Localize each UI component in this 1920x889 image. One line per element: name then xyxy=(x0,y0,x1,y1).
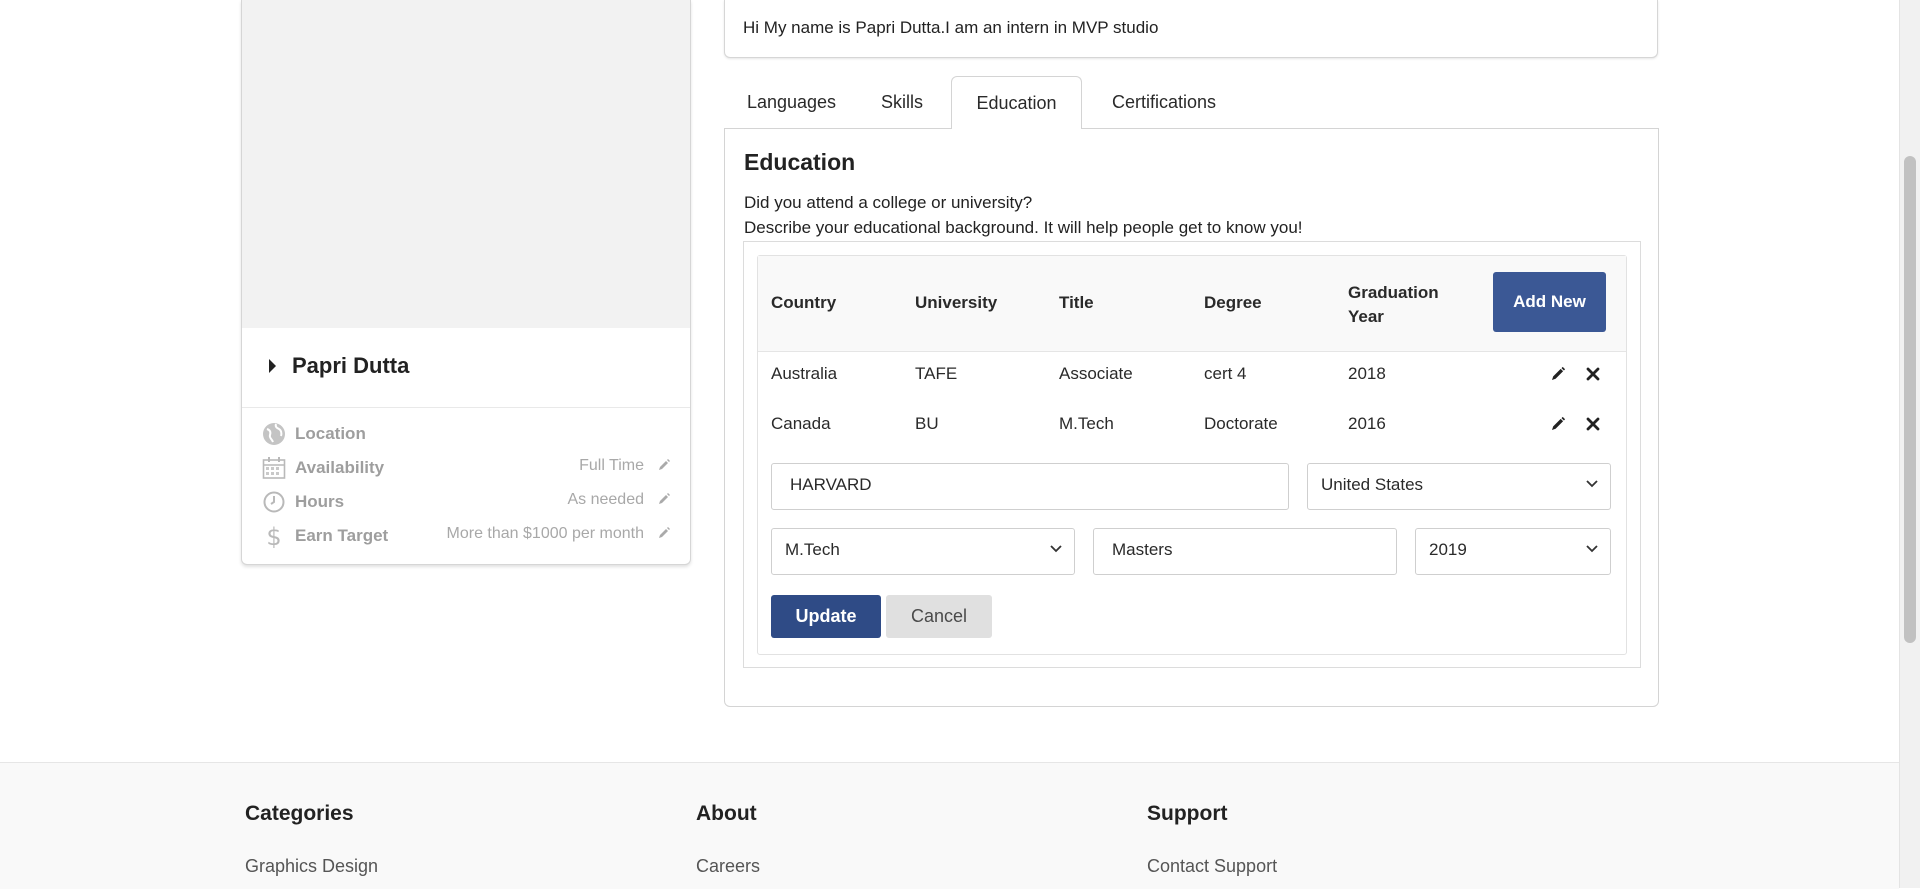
calendar-icon xyxy=(262,457,286,479)
column-header-degree: Degree xyxy=(1204,293,1262,312)
tab-education[interactable]: Education xyxy=(951,76,1082,129)
close-icon[interactable] xyxy=(1585,416,1601,432)
location-label: Location xyxy=(295,424,366,443)
footer-heading-support: Support xyxy=(1147,802,1228,825)
pencil-icon[interactable] xyxy=(657,526,671,540)
profile-photo xyxy=(242,0,690,328)
footer-link-graphics-design[interactable]: Graphics Design xyxy=(245,856,378,877)
footer-link-careers[interactable]: Careers xyxy=(696,856,760,877)
chevron-down-icon xyxy=(1586,545,1598,553)
country-select[interactable]: United States xyxy=(1307,463,1611,510)
availability-label: Availability xyxy=(295,458,385,477)
availability-value: Full Time xyxy=(579,457,644,474)
row-degree: cert 4 xyxy=(1204,364,1247,383)
close-icon[interactable] xyxy=(1585,366,1601,382)
pencil-icon[interactable] xyxy=(1550,366,1566,382)
hours-value: As needed xyxy=(567,491,644,508)
location-row: Location xyxy=(242,418,690,450)
university-input[interactable]: HARVARD xyxy=(771,463,1289,510)
cancel-button[interactable]: Cancel xyxy=(886,595,992,638)
hours-row: Hours As needed xyxy=(242,486,690,518)
tab-languages[interactable]: Languages xyxy=(724,76,859,128)
tab-certifications[interactable]: Certifications xyxy=(1084,76,1244,128)
earn-target-row: $ Earn Target More than $1000 per month xyxy=(242,520,690,552)
page-scrollbar[interactable] xyxy=(1899,0,1920,888)
column-header-university: University xyxy=(915,293,998,312)
profile-name: Papri Dutta xyxy=(292,353,410,378)
dollar-icon: $ xyxy=(266,524,281,548)
caret-right-icon xyxy=(269,359,276,373)
education-table: Country University Title Degree Graduati… xyxy=(757,255,1627,655)
row-year: 2018 xyxy=(1348,364,1386,383)
column-header-country: Country xyxy=(771,293,837,312)
education-description: Describe your educational background. It… xyxy=(744,218,1303,237)
pencil-icon[interactable] xyxy=(1550,416,1566,432)
graduation-year-select[interactable]: 2019 xyxy=(1415,528,1611,575)
hours-label: Hours xyxy=(295,492,345,511)
pencil-icon[interactable] xyxy=(657,492,671,506)
country-select-value: United States xyxy=(1321,475,1424,494)
chevron-down-icon xyxy=(1586,480,1598,488)
about-description-box[interactable]: Hi My name is Papri Dutta.I am an intern… xyxy=(724,0,1658,58)
update-button[interactable]: Update xyxy=(771,595,881,638)
graduation-year-select-value: 2019 xyxy=(1429,540,1467,559)
availability-row: Availability Full Time xyxy=(242,452,690,484)
profile-page: Papri Dutta Location Availability Full T… xyxy=(0,0,1899,889)
row-degree: Doctorate xyxy=(1204,414,1278,433)
profile-card: Papri Dutta Location Availability Full T… xyxy=(241,0,691,565)
row-university: BU xyxy=(915,414,939,433)
pencil-icon[interactable] xyxy=(657,458,671,472)
add-new-button[interactable]: Add New xyxy=(1493,272,1606,332)
education-title: Education xyxy=(744,149,856,175)
footer-link-contact-support[interactable]: Contact Support xyxy=(1147,856,1277,877)
row-country: Australia xyxy=(771,364,838,383)
row-country: Canada xyxy=(771,414,831,433)
education-section: Country University Title Degree Graduati… xyxy=(743,241,1641,668)
row-year: 2016 xyxy=(1348,414,1386,433)
profile-tabs: Languages Skills Education Certification… xyxy=(724,76,1658,129)
column-header-graduation-year: Graduation Year xyxy=(1348,283,1439,326)
title-select-value: M.Tech xyxy=(785,540,840,559)
earn-target-label: Earn Target xyxy=(295,526,389,545)
row-title: Associate xyxy=(1059,364,1133,383)
title-select[interactable]: M.Tech xyxy=(771,528,1075,575)
footer-heading-categories: Categories xyxy=(245,802,354,825)
about-description-text: Hi My name is Papri Dutta.I am an intern… xyxy=(743,18,1159,37)
footer-heading-about: About xyxy=(696,802,757,825)
svg-text:$: $ xyxy=(266,524,281,548)
profile-name-toggle[interactable]: Papri Dutta xyxy=(242,328,690,408)
education-panel: Education Did you attend a college or un… xyxy=(724,128,1659,707)
row-university: TAFE xyxy=(915,364,958,383)
column-header-title: Title xyxy=(1059,293,1094,312)
globe-icon xyxy=(263,423,285,445)
education-question: Did you attend a college or university? xyxy=(744,193,1033,212)
earn-target-value: More than $1000 per month xyxy=(446,525,644,542)
footer: Categories Graphics Design About Careers… xyxy=(0,762,1899,889)
table-header: Country University Title Degree Graduati… xyxy=(758,256,1626,352)
scrollbar-thumb[interactable] xyxy=(1904,156,1916,643)
clock-icon xyxy=(263,491,285,513)
degree-input[interactable]: Masters xyxy=(1093,528,1397,575)
row-title: M.Tech xyxy=(1059,414,1114,433)
chevron-down-icon xyxy=(1050,545,1062,553)
degree-input-value: Masters xyxy=(1112,540,1173,559)
university-input-value: HARVARD xyxy=(790,475,872,494)
tab-skills[interactable]: Skills xyxy=(859,76,945,128)
